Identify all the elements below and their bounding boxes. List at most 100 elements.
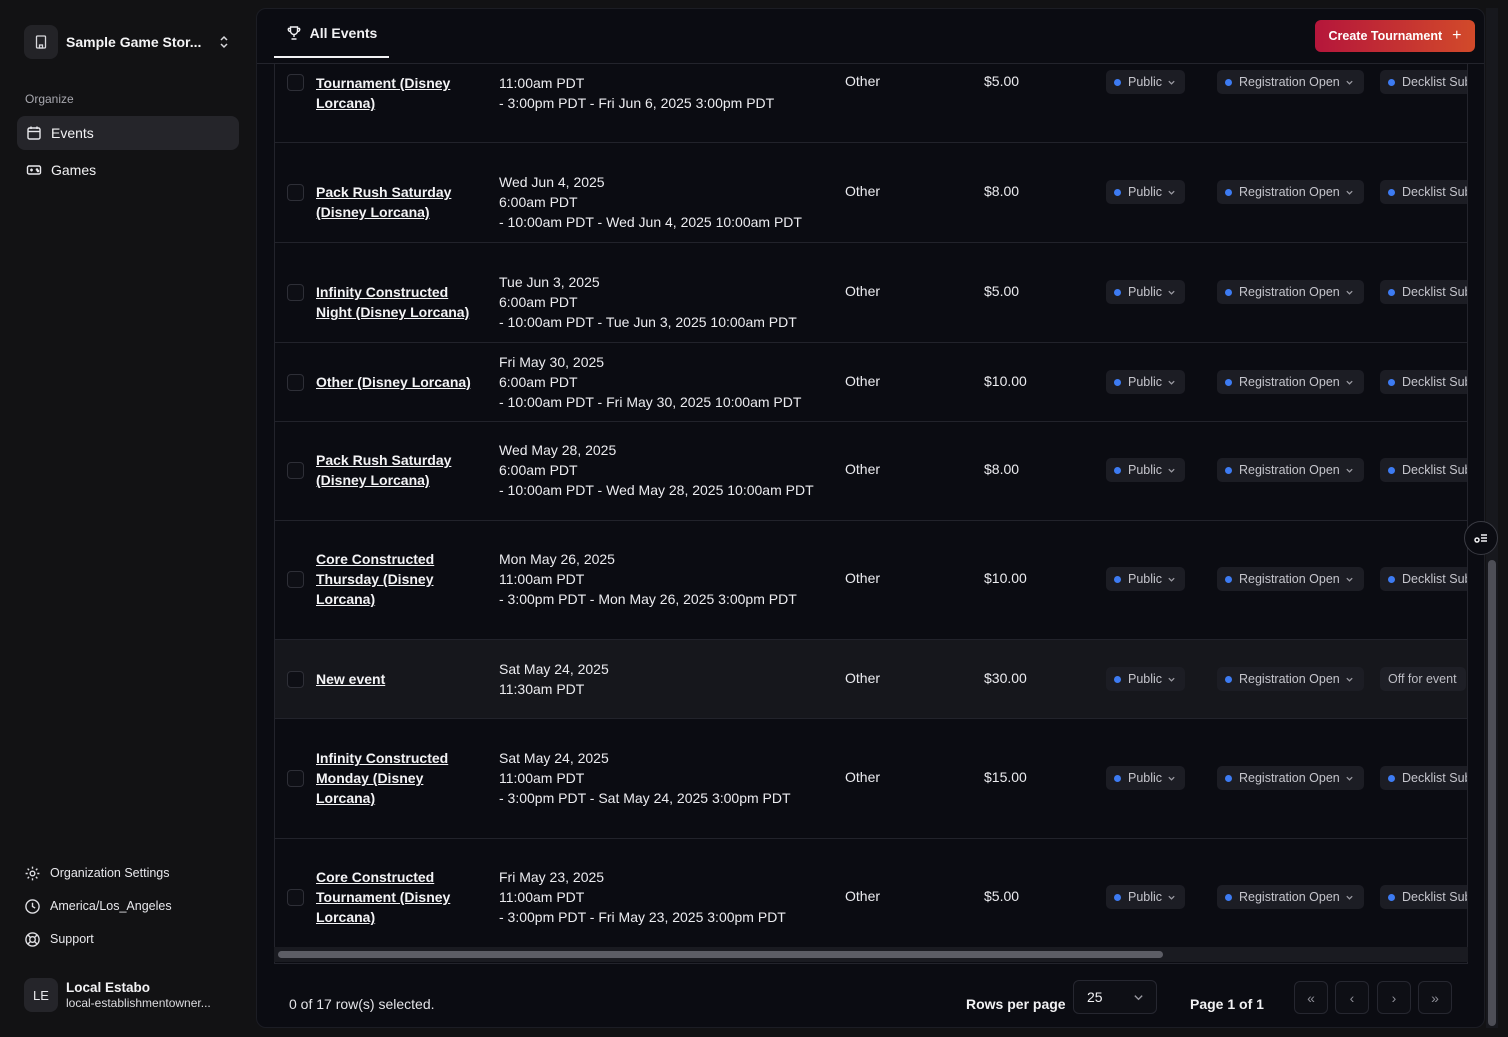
row-checkbox[interactable] <box>287 571 304 588</box>
table-row: Core Constructed Tournament (Disney Lorc… <box>275 839 1467 959</box>
event-name-link[interactable]: Tournament (Disney Lorcana) <box>316 73 481 113</box>
table-row: Pack Rush Saturday (Disney Lorcana) Wed M… <box>275 422 1468 521</box>
chevron-down-icon <box>1168 468 1175 473</box>
status-dot-icon <box>1114 378 1121 386</box>
organization-settings-link[interactable]: Organization Settings <box>24 862 170 884</box>
vertical-scrollbar-thumb[interactable] <box>1488 560 1496 1026</box>
table-row: Tournament (Disney Lorcana) 11:00am PDT -… <box>275 64 1467 143</box>
decklist-status-label: Decklist Sub <box>1402 463 1468 477</box>
decklist-status-label: Decklist Sub <box>1402 185 1468 199</box>
store-switcher[interactable]: Sample Game Stor... <box>24 25 238 59</box>
row-checkbox[interactable] <box>287 889 304 906</box>
registration-status-dropdown[interactable]: Registration Open <box>1217 567 1364 591</box>
registration-status-dropdown[interactable]: Registration Open <box>1217 180 1364 204</box>
registration-status-label: Registration Open <box>1239 672 1340 686</box>
event-date: Wed May 28, 2025 6:00am PDT - 10:00am PD… <box>499 442 814 498</box>
decklist-status-dropdown[interactable]: Decklist Sub <box>1380 567 1467 591</box>
row-checkbox[interactable] <box>287 284 304 301</box>
page-indicator: Page 1 of 1 <box>1190 996 1264 1012</box>
user-email: local-establishmentowner... <box>66 996 211 1010</box>
registration-status-dropdown[interactable]: Registration Open <box>1217 370 1364 394</box>
event-name-link[interactable]: Other (Disney Lorcana) <box>316 372 481 392</box>
row-checkbox[interactable] <box>287 184 304 201</box>
chevron-down-icon <box>1168 895 1175 900</box>
organize-section-label: Organize <box>25 92 74 106</box>
chevron-down-icon <box>1168 776 1175 781</box>
previous-page-button[interactable]: ‹ <box>1335 981 1369 1014</box>
row-checkbox[interactable] <box>287 462 304 479</box>
visibility-dropdown[interactable]: Public <box>1106 567 1185 591</box>
event-name-link[interactable]: Infinity Constructed Monday (Disney Lorc… <box>316 748 481 808</box>
next-page-button[interactable]: › <box>1377 981 1411 1014</box>
status-dot-icon <box>1225 288 1232 296</box>
row-checkbox[interactable] <box>287 770 304 787</box>
decklist-status-dropdown[interactable]: Decklist Sub <box>1380 280 1467 304</box>
event-type: Other <box>845 769 881 785</box>
registration-status-dropdown[interactable]: Registration Open <box>1217 766 1364 790</box>
event-date: Sat May 24, 2025 11:30am PDT <box>499 661 609 697</box>
event-name-link[interactable]: New event <box>316 669 481 689</box>
row-checkbox[interactable] <box>287 74 304 91</box>
status-dot-icon <box>1225 188 1232 196</box>
rows-per-page-select[interactable]: 25 <box>1073 980 1157 1014</box>
registration-status-dropdown[interactable]: Registration Open <box>1217 667 1364 691</box>
vertical-scrollbar[interactable] <box>1486 8 1498 1028</box>
last-page-button[interactable]: » <box>1418 981 1452 1014</box>
event-name-link[interactable]: Core Constructed Tournament (Disney Lorc… <box>316 867 481 927</box>
status-dot-icon <box>1114 575 1121 583</box>
event-type: Other <box>845 461 881 477</box>
status-dot-icon <box>1114 466 1121 474</box>
visibility-dropdown[interactable]: Public <box>1106 70 1185 94</box>
row-checkbox[interactable] <box>287 671 304 688</box>
visibility-dropdown[interactable]: Public <box>1106 766 1185 790</box>
event-name-link[interactable]: Pack Rush Saturday (Disney Lorcana) <box>316 450 481 490</box>
event-date: Mon May 26, 2025 11:00am PDT - 3:00pm PD… <box>499 551 797 607</box>
visibility-dropdown[interactable]: Public <box>1106 370 1185 394</box>
decklist-status-dropdown[interactable]: Decklist Sub <box>1380 70 1467 94</box>
sidebar-item-events[interactable]: Events <box>17 116 239 150</box>
decklist-status-dropdown[interactable]: Decklist Sub <box>1380 370 1467 394</box>
decklist-status[interactable]: Off for event <box>1380 667 1466 691</box>
event-name-link[interactable]: Core Constructed Thursday (Disney Lorcan… <box>316 549 481 609</box>
event-price: $15.00 <box>984 769 1027 785</box>
registration-status-dropdown[interactable]: Registration Open <box>1217 70 1364 94</box>
registration-status-dropdown[interactable]: Registration Open <box>1217 458 1364 482</box>
horizontal-scrollbar[interactable] <box>274 947 1468 962</box>
decklist-status-dropdown[interactable]: Decklist Sub <box>1380 885 1467 909</box>
visibility-label: Public <box>1128 572 1163 586</box>
chevron-down-icon <box>1168 290 1175 295</box>
visibility-dropdown[interactable]: Public <box>1106 885 1185 909</box>
chevron-down-icon <box>1346 290 1353 295</box>
decklist-status-dropdown[interactable]: Decklist Sub <box>1380 766 1467 790</box>
first-page-button[interactable]: « <box>1294 981 1328 1014</box>
rows-per-page-value: 25 <box>1087 989 1103 1005</box>
sidebar-item-label: Events <box>51 125 94 141</box>
chevron-down-icon <box>1346 468 1353 473</box>
registration-status-dropdown[interactable]: Registration Open <box>1217 280 1364 304</box>
decklist-status-dropdown[interactable]: Decklist Sub <box>1380 458 1468 482</box>
timezone-link[interactable]: America/Los_Angeles <box>24 895 172 917</box>
visibility-dropdown[interactable]: Public <box>1106 458 1185 482</box>
visibility-dropdown[interactable]: Public <box>1106 280 1185 304</box>
registration-status-dropdown[interactable]: Registration Open <box>1217 885 1364 909</box>
lifebuoy-icon <box>25 931 40 947</box>
support-link[interactable]: Support <box>24 928 94 950</box>
column-toggle-button[interactable] <box>1464 521 1498 555</box>
visibility-dropdown[interactable]: Public <box>1106 180 1185 204</box>
status-dot-icon <box>1388 188 1395 196</box>
row-checkbox[interactable] <box>287 374 304 391</box>
sidebar-item-games[interactable]: Games <box>17 153 239 187</box>
sidebar: Sample Game Stor... Organize Events Game… <box>0 0 256 1037</box>
create-tournament-button[interactable]: Create Tournament + <box>1315 20 1475 52</box>
trophy-icon <box>287 25 301 40</box>
tab-all-events[interactable]: All Events <box>274 9 389 58</box>
organization-settings-label: Organization Settings <box>50 866 170 880</box>
user-menu[interactable]: LE Local Estabo local-establishmentowner… <box>24 978 211 1012</box>
event-date: Sat May 24, 2025 11:00am PDT - 3:00pm PD… <box>499 750 791 806</box>
decklist-status-dropdown[interactable]: Decklist Sub <box>1380 180 1468 204</box>
horizontal-scrollbar-thumb[interactable] <box>278 951 1163 958</box>
event-name-link[interactable]: Pack Rush Saturday (Disney Lorcana) <box>316 182 481 222</box>
visibility-dropdown[interactable]: Public <box>1106 667 1185 691</box>
registration-status-label: Registration Open <box>1239 285 1340 299</box>
event-name-link[interactable]: Infinity Constructed Night (Disney Lorca… <box>316 282 481 322</box>
